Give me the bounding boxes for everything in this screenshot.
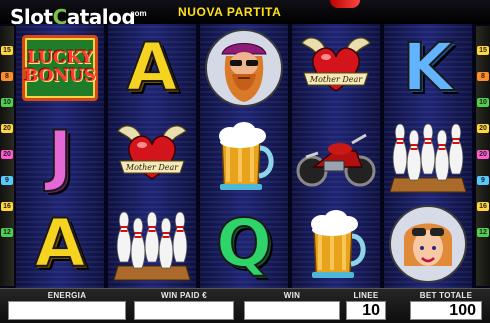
winged-heart-icon: Mother Dear <box>117 125 187 180</box>
reel-2: A Mother Dear <box>108 24 196 288</box>
symbol-letter-text: K <box>401 29 454 106</box>
win-field: WIN <box>244 291 340 321</box>
bottom-control-panel: ENERGIA WIN PAID € WIN LINEE 10 BET TOTA… <box>0 288 490 323</box>
win-paid-field: WIN PAID € <box>134 291 234 321</box>
right-payline-markers: 15 8 10 20 20 9 16 12 <box>476 26 490 286</box>
reels-area: LUCKY BONUS J A A Mother Dear Q Mother D… <box>16 24 474 288</box>
payline-marker: 12 <box>477 228 489 237</box>
win-paid-label: WIN PAID € <box>161 291 207 300</box>
symbol-girl <box>384 200 472 288</box>
bet-total-value[interactable]: 100 <box>410 301 482 320</box>
symbol-letter-text: A <box>33 205 86 282</box>
motorcycle-icon <box>296 133 376 187</box>
energy-label: ENERGIA <box>47 291 87 300</box>
payline-marker: 16 <box>477 202 489 211</box>
payline-marker: 9 <box>1 176 13 185</box>
payline-marker: 10 <box>1 98 13 107</box>
reel-4: Mother Dear <box>292 24 380 288</box>
payline-marker: 8 <box>477 72 489 81</box>
symbol-biker <box>200 24 288 112</box>
symbol-letter-text: Q <box>215 205 273 282</box>
logo-domain-suffix: .com <box>128 9 147 18</box>
payline-marker: 20 <box>1 150 13 159</box>
lines-label: LINEE <box>353 291 379 300</box>
payline-marker: 15 <box>1 46 13 55</box>
payline-marker: 10 <box>477 98 489 107</box>
symbol-letter-k: K <box>384 24 472 112</box>
svg-text:Mother Dear: Mother Dear <box>309 75 363 84</box>
payline-marker: 20 <box>477 150 489 159</box>
symbol-letter-text: A <box>125 29 178 106</box>
winged-heart-icon: Mother Dear <box>301 37 371 92</box>
symbol-letter-a: A <box>108 24 196 112</box>
left-payline-markers: 15 8 10 20 20 9 16 12 <box>0 26 14 286</box>
payline-marker: 9 <box>477 176 489 185</box>
win-label: WIN <box>283 291 301 300</box>
symbol-bowling <box>384 112 472 200</box>
lucky-bonus-line-2: BONUS <box>23 66 97 86</box>
reel-3: Q <box>200 24 288 288</box>
svg-text:Mother Dear: Mother Dear <box>125 163 179 172</box>
payline-marker: 20 <box>477 124 489 133</box>
energy-value <box>8 301 126 320</box>
symbol-beer <box>200 112 288 200</box>
lines-field[interactable]: LINEE 10 <box>346 291 386 321</box>
symbol-letter-text: J <box>47 117 74 194</box>
bowling-pins-icon <box>389 123 467 193</box>
beer-mug-icon <box>311 210 366 278</box>
top-bar: SlotCatalog .com NUOVA PARTITA <box>0 0 490 29</box>
symbol-letter-a: A <box>16 200 104 288</box>
beer-mug-icon <box>219 122 274 190</box>
top-decoration <box>330 0 360 8</box>
symbol-bowling <box>108 200 196 288</box>
win-paid-value <box>134 301 234 320</box>
biker-girl-icon <box>389 205 467 283</box>
new-game-button[interactable]: NUOVA PARTITA <box>178 5 281 19</box>
symbol-winged-heart: Mother Dear <box>292 24 380 112</box>
reel-5: K <box>384 24 472 288</box>
symbol-winged-heart: Mother Dear <box>108 112 196 200</box>
bet-total-field[interactable]: BET TOTALE 100 <box>410 291 482 321</box>
bowling-pins-icon <box>113 211 191 281</box>
win-value <box>244 301 340 320</box>
payline-marker: 20 <box>1 124 13 133</box>
slot-game-screen: SlotCatalog .com NUOVA PARTITA 15 8 10 20 20… <box>0 0 490 323</box>
payline-marker: 16 <box>1 202 13 211</box>
payline-marker: 12 <box>1 228 13 237</box>
reel-1: LUCKY BONUS J A <box>16 24 104 288</box>
symbol-beer <box>292 200 380 288</box>
symbol-letter-j: J <box>16 112 104 200</box>
symbol-motorcycle <box>292 112 380 200</box>
lines-value[interactable]: 10 <box>346 301 386 320</box>
payline-marker: 15 <box>477 46 489 55</box>
bet-total-label: BET TOTALE <box>419 291 473 300</box>
symbol-lucky-bonus: LUCKY BONUS <box>16 24 104 112</box>
payline-marker: 8 <box>1 72 13 81</box>
energy-field: ENERGIA <box>8 291 126 321</box>
lucky-bonus-sign: LUCKY BONUS <box>22 35 98 101</box>
biker-icon <box>205 29 283 107</box>
symbol-letter-q: Q <box>200 200 288 288</box>
